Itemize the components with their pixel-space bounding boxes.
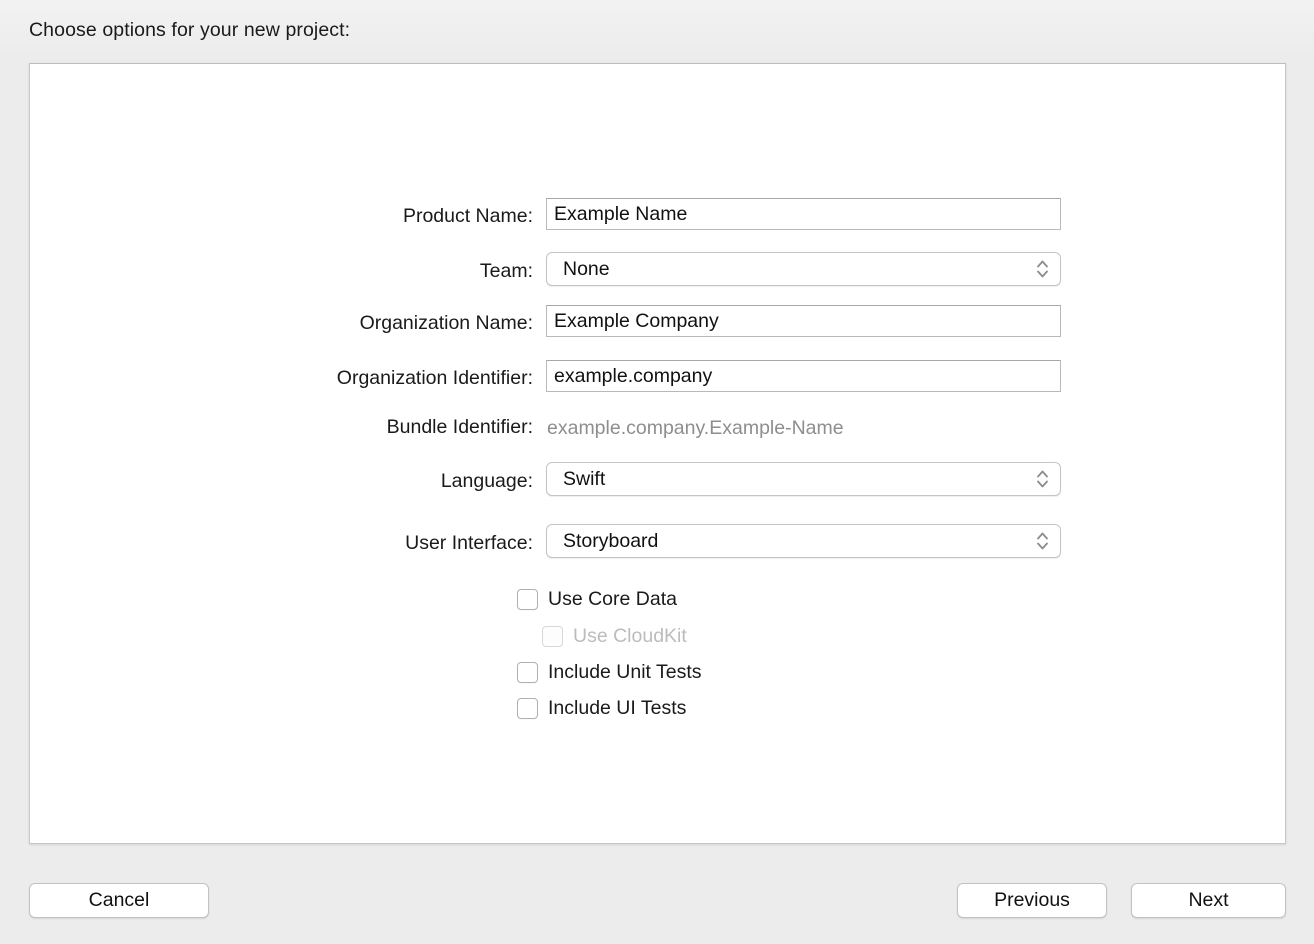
label-bundle-identifier: Bundle Identifier:	[386, 416, 533, 438]
checkbox-label: Use Core Data	[548, 587, 677, 610]
checkbox-label: Use CloudKit	[573, 624, 687, 647]
label-language: Language:	[440, 470, 533, 492]
page-title: Choose options for your new project:	[29, 19, 351, 41]
chevron-up-down-icon	[1034, 528, 1050, 554]
label-organization-name: Organization Name:	[359, 312, 533, 334]
label-organization-identifier: Organization Identifier:	[336, 367, 533, 389]
previous-button[interactable]: Previous	[957, 883, 1107, 918]
team-select[interactable]: None	[546, 252, 1061, 286]
product-name-input[interactable]	[546, 198, 1061, 230]
checkbox-box	[542, 626, 563, 647]
checkbox-box[interactable]	[517, 698, 538, 719]
checkbox-include-unit-tests[interactable]: Include Unit Tests	[517, 662, 702, 683]
checkbox-use-cloudkit: Use CloudKit	[542, 626, 687, 647]
language-select[interactable]: Swift	[546, 462, 1061, 496]
chevron-up-down-icon	[1034, 256, 1050, 282]
chevron-up-down-icon	[1034, 466, 1050, 492]
new-project-options-dialog: Choose options for your new project: Pro…	[0, 0, 1314, 944]
next-button[interactable]: Next	[1131, 883, 1286, 918]
checkbox-label: Include UI Tests	[548, 696, 687, 719]
label-user-interface: User Interface:	[405, 532, 533, 554]
checkbox-box[interactable]	[517, 589, 538, 610]
checkbox-label: Include Unit Tests	[548, 660, 702, 683]
team-select-value: None	[563, 257, 610, 280]
bundle-identifier-value: example.company.Example-Name	[547, 417, 844, 439]
language-select-value: Swift	[563, 467, 606, 490]
label-product-name: Product Name:	[402, 205, 533, 227]
label-team: Team:	[479, 260, 533, 282]
options-panel: Product Name: Team: None Organization Na…	[29, 63, 1286, 844]
organization-name-input[interactable]	[546, 305, 1061, 337]
user-interface-select-value: Storyboard	[563, 529, 659, 552]
cancel-button[interactable]: Cancel	[29, 883, 209, 918]
checkbox-include-ui-tests[interactable]: Include UI Tests	[517, 698, 686, 719]
checkbox-use-core-data[interactable]: Use Core Data	[517, 589, 677, 610]
user-interface-select[interactable]: Storyboard	[546, 524, 1061, 558]
checkbox-box[interactable]	[517, 662, 538, 683]
organization-identifier-input[interactable]	[546, 360, 1061, 392]
